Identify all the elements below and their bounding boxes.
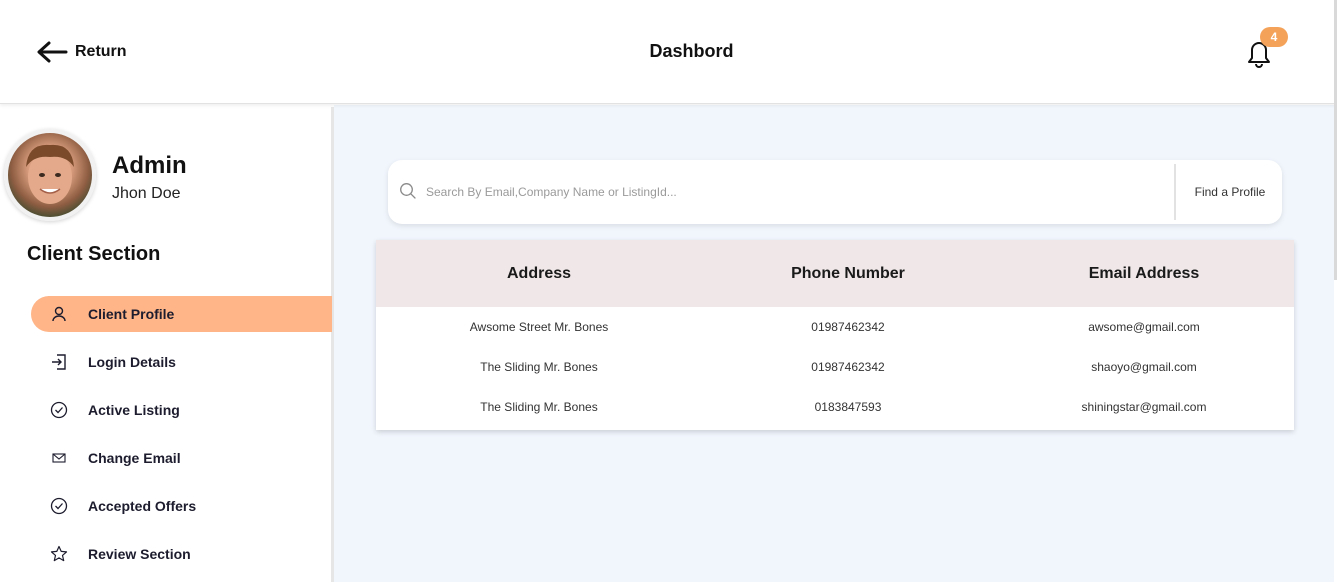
column-header-email: Email Address xyxy=(1088,264,1200,282)
avatar xyxy=(4,129,96,221)
sidebar-item-label: Active Listing xyxy=(88,402,180,418)
search-icon xyxy=(400,183,416,199)
sidebar-item-accepted-offers[interactable]: Accepted Offers xyxy=(31,488,332,524)
check-circle-icon xyxy=(50,401,68,419)
column-header-address: Address xyxy=(506,264,572,282)
sidebar-item-label: Login Details xyxy=(88,354,176,370)
sidebar-item-active-listing[interactable]: Active Listing xyxy=(31,392,332,428)
cell-phone: 01987462342 xyxy=(811,360,885,374)
cell-email: shiningstar@gmail.com xyxy=(1081,400,1207,414)
login-icon xyxy=(50,353,68,371)
avatar-image xyxy=(26,144,74,204)
mail-icon xyxy=(50,449,68,467)
sidebar: Admin Jhon Doe Client Section Client Pro… xyxy=(0,107,334,582)
cell-email: shaoyo@gmail.com xyxy=(1091,360,1197,374)
sidebar-item-label: Accepted Offers xyxy=(88,498,197,514)
sidebar-item-login-details[interactable]: Login Details xyxy=(31,344,332,380)
sidebar-item-review-section[interactable]: Review Section xyxy=(31,536,332,572)
sidebar-item-client-profile[interactable]: Client Profile xyxy=(31,296,332,332)
table-header: Address Phone Number Email Address xyxy=(376,240,1294,307)
search-input[interactable] xyxy=(426,180,1156,204)
user-role: Admin xyxy=(112,152,187,179)
cell-address: Awsome Street Mr. Bones xyxy=(469,320,609,334)
main-content: Find a Profile Address Phone Number Emai… xyxy=(334,105,1334,582)
cell-phone: 0183847593 xyxy=(814,400,882,414)
sidebar-item-label: Client Profile xyxy=(88,306,175,322)
cell-phone: 01987462342 xyxy=(811,320,885,334)
sidebar-item-label: Change Email xyxy=(88,450,181,466)
table-row[interactable]: The Sliding Mr. Bones 0183847593 shining… xyxy=(376,387,1294,427)
table-row[interactable]: Awsome Street Mr. Bones 01987462342 awso… xyxy=(376,307,1294,347)
star-icon xyxy=(50,545,68,563)
search-divider xyxy=(1174,164,1176,220)
sidebar-item-label: Review Section xyxy=(88,546,191,562)
table-row[interactable]: The Sliding Mr. Bones 01987462342 shaoyo… xyxy=(376,347,1294,387)
find-profile-button[interactable]: Find a Profile xyxy=(1178,180,1282,204)
search-bar: Find a Profile xyxy=(388,160,1282,224)
top-header: Return Dashbord 4 xyxy=(0,0,1337,104)
user-icon xyxy=(50,305,68,323)
section-title: Client Section xyxy=(27,243,161,265)
cell-address: The Sliding Mr. Bones xyxy=(480,400,598,414)
page-title: Dashbord xyxy=(649,41,734,61)
profiles-table: Address Phone Number Email Address Awsom… xyxy=(376,240,1294,430)
user-name: Jhon Doe xyxy=(112,185,181,202)
cell-email: awsome@gmail.com xyxy=(1088,320,1200,334)
sidebar-item-change-email[interactable]: Change Email xyxy=(31,440,332,476)
cell-address: The Sliding Mr. Bones xyxy=(480,360,598,374)
check-circle-icon xyxy=(50,497,68,515)
column-header-phone: Phone Number xyxy=(791,264,905,282)
notification-badge: 4 xyxy=(1260,27,1288,47)
sidebar-menu: Client Profile Login Details Active List… xyxy=(31,296,332,582)
